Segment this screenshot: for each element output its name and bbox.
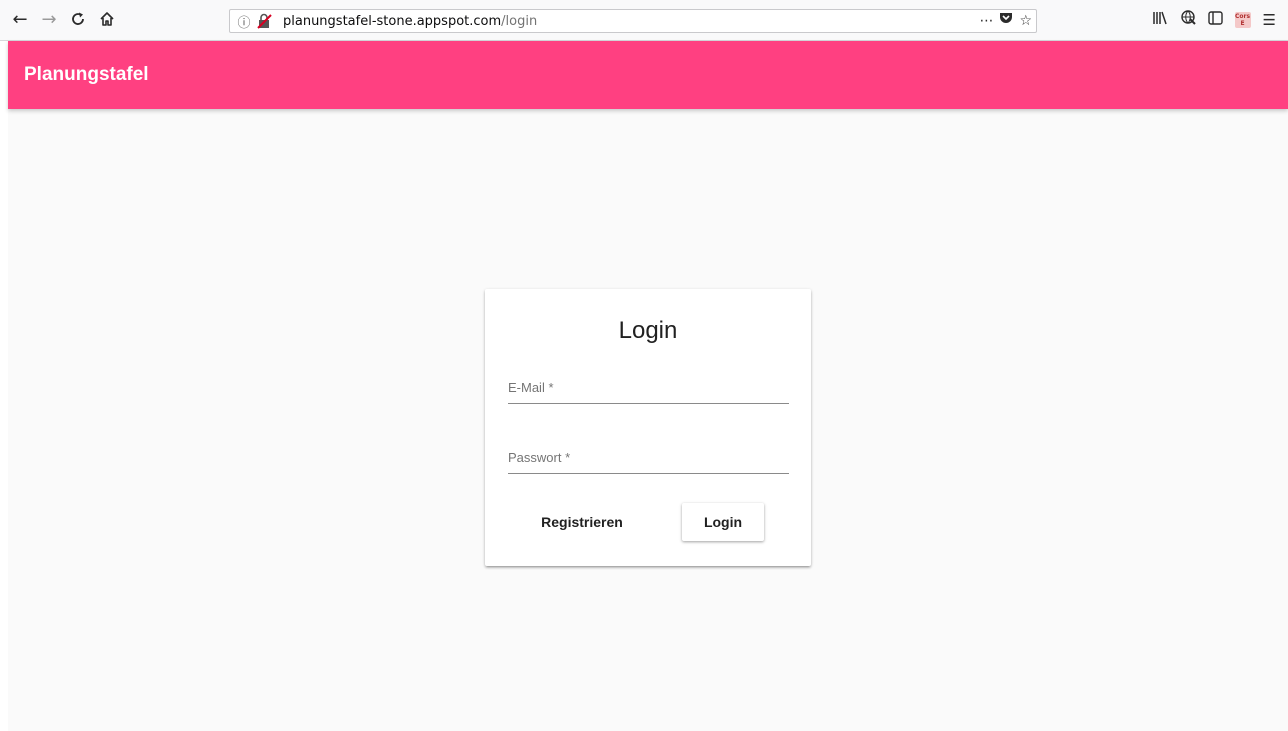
email-input[interactable] [508,373,789,403]
url-actions: ⋯ ☆ [979,11,1032,31]
library-glyph [1152,11,1167,25]
page: Planungstafel Login E-Mail * Passwort * … [0,41,1288,731]
extension-glyph [1180,10,1196,25]
sidebar-glyph [1207,11,1223,25]
back-icon[interactable]: ← [9,8,31,30]
forward-icon[interactable]: → [38,8,60,30]
app-header: Planungstafel [8,41,1288,109]
cors-badge-line1: Cors [1235,13,1251,20]
cors-extension-icon[interactable]: Cors E [1234,12,1251,28]
browser-toolbar: ← → ⓘ planungstafel-stone.appspot.com/lo… [0,0,1288,41]
reload-glyph [72,12,84,25]
register-button[interactable]: Registrieren [533,503,631,541]
email-field[interactable]: E-Mail * [508,373,789,404]
cors-badge-line2: E [1240,20,1245,27]
insecure-lock-glyph [257,13,272,29]
insecure-lock-icon[interactable] [256,13,274,29]
login-card: Login E-Mail * Passwort * Registrieren L… [485,289,811,566]
star-icon[interactable]: ☆ [1019,11,1032,31]
library-icon[interactable] [1152,9,1168,31]
info-icon[interactable]: ⓘ [235,12,253,31]
url-text[interactable]: planungstafel-stone.appspot.com/login [283,14,537,29]
url-path: /login [501,14,538,29]
password-input[interactable] [508,443,789,473]
app-title[interactable]: Planungstafel [24,64,149,86]
url-host: planungstafel-stone.appspot.com [283,14,502,29]
login-button[interactable]: Login [682,503,764,541]
hamburger-menu-icon[interactable]: ☰ [1263,9,1276,31]
toolbar-right: Cors E ☰ [1152,9,1276,31]
reload-icon[interactable] [67,8,89,30]
pocket-glyph [1000,13,1013,23]
home-glyph [100,12,114,26]
login-title: Login [618,317,678,344]
password-field[interactable]: Passwort * [508,443,789,474]
url-bar[interactable]: ⓘ planungstafel-stone.appspot.com/login … [229,9,1037,33]
page-left-gutter [0,41,8,731]
pocket-icon[interactable] [999,11,1013,31]
home-icon[interactable] [96,8,118,30]
extension-icon[interactable] [1180,9,1196,31]
sidebar-icon[interactable] [1207,9,1223,31]
more-icon[interactable]: ⋯ [979,11,993,31]
